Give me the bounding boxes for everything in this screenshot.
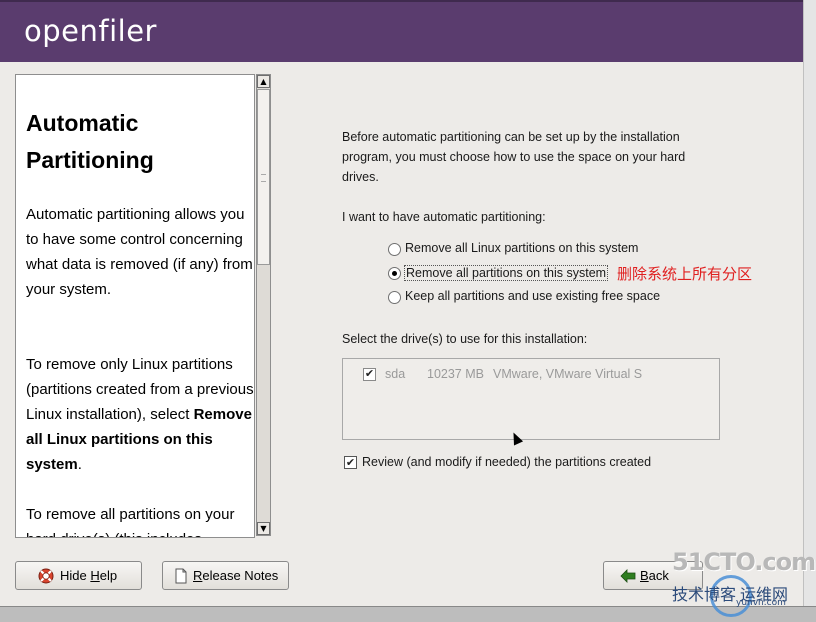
help-paragraph-1: Automatic partitioning allows you to hav… (26, 206, 253, 298)
radio-label: Keep all partitions and use existing fre… (405, 289, 661, 303)
release-notes-label: Release Notes (193, 568, 278, 583)
radio-button[interactable] (388, 291, 401, 304)
intro-text: Before automatic partitioning can be set… (342, 130, 686, 184)
help-panel: Automatic Partitioning Automatic partiti… (15, 74, 255, 538)
label-part: elp (99, 568, 118, 583)
review-label: Review (and modify if needed) the partit… (362, 455, 652, 469)
release-notes-button[interactable]: Release Notes (162, 561, 289, 590)
bottom-edge (0, 606, 816, 622)
grip-icon (261, 174, 266, 182)
hide-help-label: Hide Help (60, 568, 117, 583)
help-paragraph-2-end: . (77, 456, 82, 473)
drive-name: sda (385, 367, 406, 381)
drive-prompt: Select the drive(s) to use for this inst… (342, 332, 588, 346)
label-part: Hide (60, 568, 91, 583)
header-banner: openfiler (0, 0, 803, 62)
watermark-logo: 51CTO.com (672, 548, 816, 576)
drive-list[interactable]: ✔ sda 10237 MB VMware, VMware Virtual S (342, 358, 720, 440)
installer-window: openfiler Automatic Partitioning Automat… (0, 0, 804, 606)
help-paragraph-2: To remove only Linux partitions (partiti… (26, 352, 254, 477)
mnemonic: B (640, 568, 649, 583)
hide-help-button[interactable]: Hide Help (15, 561, 142, 590)
right-edge (803, 0, 816, 606)
openfiler-logo: openfiler (24, 14, 157, 48)
drive-model: VMware, VMware Virtual S (493, 367, 643, 381)
review-checkbox[interactable]: ✔ (344, 456, 357, 469)
mnemonic: R (193, 568, 203, 583)
radio-button[interactable] (388, 243, 401, 256)
drive-size: 10237 MB (427, 367, 484, 381)
help-title: Automatic Partitioning (26, 110, 154, 173)
red-annotation: 删除系统上所有分区 (617, 265, 753, 283)
back-label: Back (640, 568, 669, 583)
help-scrollbar[interactable]: ▲ ▼ (256, 74, 271, 536)
watermark-part: 技术博客 (672, 585, 737, 604)
scroll-thumb[interactable] (257, 89, 270, 265)
label-part: elease Notes (202, 568, 279, 583)
radio-button-selected[interactable] (388, 267, 401, 280)
partition-prompt: I want to have automatic partitioning: (342, 210, 546, 224)
document-icon (175, 568, 187, 584)
lifebuoy-icon (38, 568, 54, 584)
drive-checkbox[interactable]: ✔ (363, 368, 376, 381)
label-part: ack (648, 568, 669, 583)
help-paragraph-3: To remove all partitions on your hard dr… (26, 506, 235, 537)
mnemonic: H (90, 568, 100, 583)
radio-label: Remove all partitions on this system (404, 265, 609, 281)
watermark-url: yunvn.com (736, 598, 786, 608)
scroll-up-arrow-icon[interactable]: ▲ (257, 75, 270, 88)
scroll-down-arrow-icon[interactable]: ▼ (257, 522, 270, 535)
back-arrow-icon (620, 569, 636, 583)
radio-label: Remove all Linux partitions on this syst… (405, 241, 639, 255)
